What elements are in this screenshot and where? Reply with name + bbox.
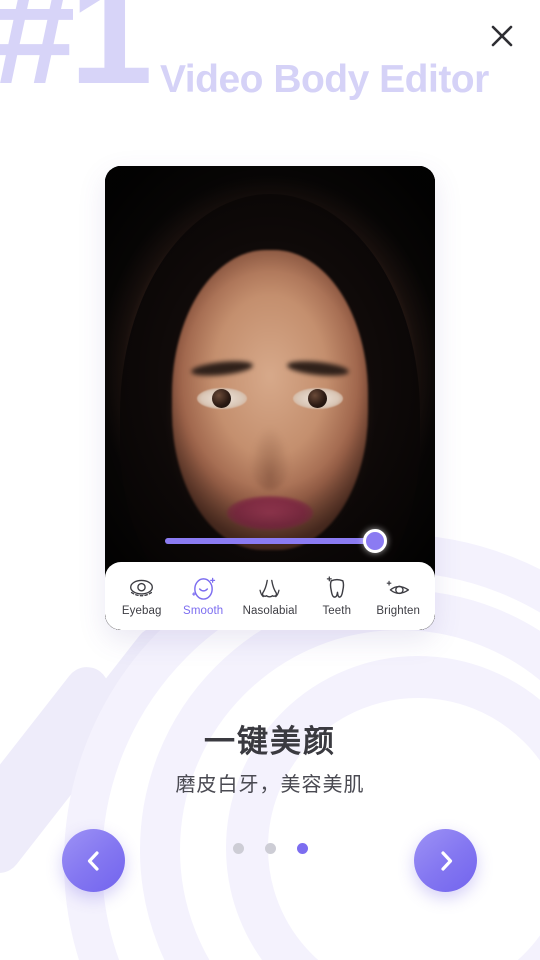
feature-subtitle: 磨皮白牙，美容美肌 (175, 774, 365, 796)
tool-teeth[interactable]: Teeth (315, 575, 359, 617)
nasolabial-icon (256, 575, 283, 602)
tool-label: Eyebag (121, 605, 162, 617)
tool-label: Smooth (183, 605, 224, 617)
brighten-icon (385, 575, 412, 602)
onboarding-screen: #1 Video Body Editor Eyebag Smooth Nasol… (0, 0, 540, 960)
next-button[interactable] (414, 829, 477, 892)
preview-card: Eyebag Smooth Nasolabial Teeth Brighten (105, 166, 435, 630)
feature-title: 一键美颜 (204, 724, 336, 759)
rank-watermark: #1 (0, 0, 153, 115)
eyebag-icon (128, 575, 155, 602)
tool-nasolabial[interactable]: Nasolabial (243, 575, 298, 617)
beauty-toolbar: Eyebag Smooth Nasolabial Teeth Brighten (105, 562, 435, 630)
tool-label: Nasolabial (242, 605, 298, 617)
decor-ring (226, 656, 540, 960)
tool-brighten[interactable]: Brighten (376, 575, 420, 617)
close-icon (491, 25, 513, 47)
page-dot-3[interactable] (296, 843, 308, 854)
slider-fill (165, 538, 375, 544)
page-title: Video Body Editor (160, 58, 489, 101)
page-dot-1[interactable] (232, 843, 244, 854)
teeth-icon (325, 575, 349, 602)
portrait-photo (105, 166, 435, 630)
tool-label: Teeth (322, 605, 352, 617)
page-dot-2[interactable] (264, 843, 276, 854)
prev-button[interactable] (62, 829, 125, 892)
close-button[interactable] (482, 16, 522, 56)
tool-eyebag[interactable]: Eyebag (120, 575, 164, 617)
intensity-slider[interactable] (165, 529, 387, 553)
smooth-icon (190, 575, 217, 602)
tool-label: Brighten (376, 605, 421, 617)
page-indicator (0, 843, 540, 854)
tool-smooth[interactable]: Smooth (181, 575, 225, 617)
slider-knob[interactable] (363, 529, 387, 553)
